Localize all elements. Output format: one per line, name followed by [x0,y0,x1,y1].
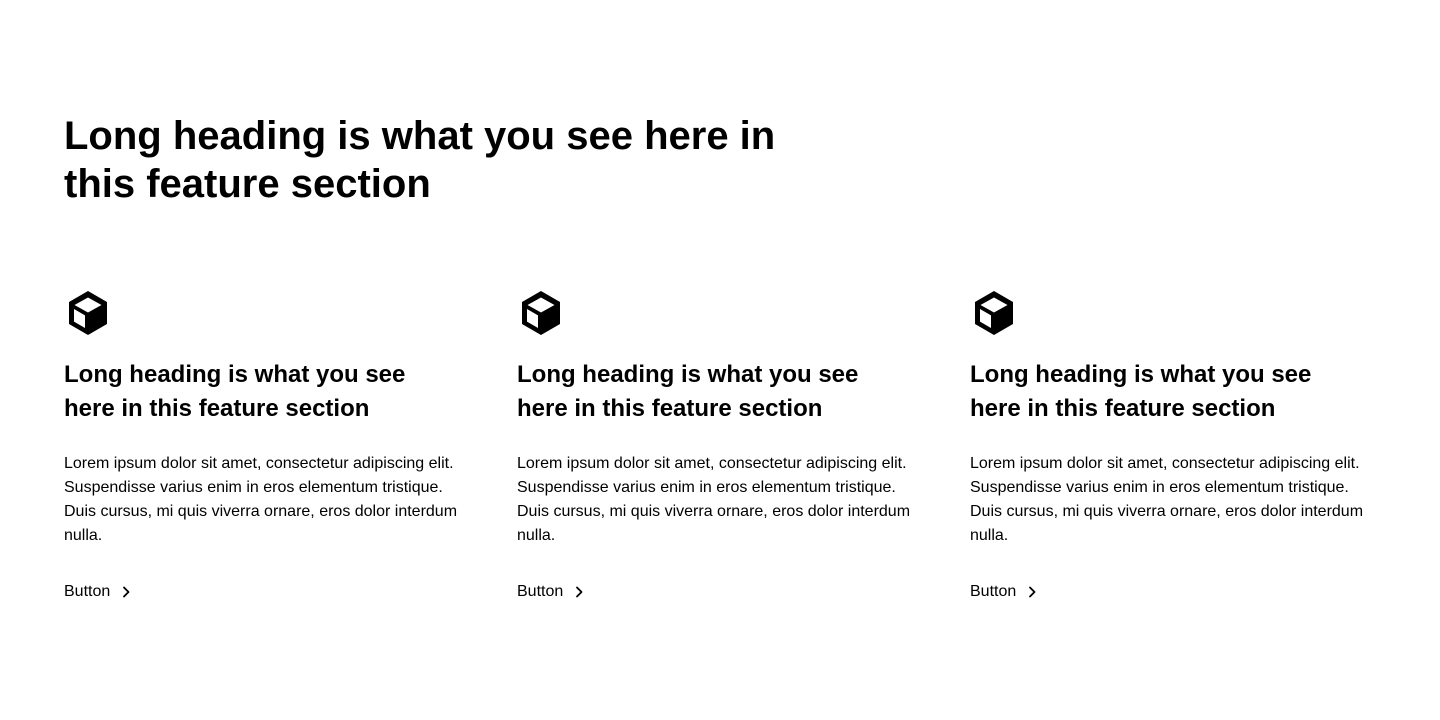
feature-section: Long heading is what you see here in thi… [64,112,1376,604]
feature-card: Long heading is what you see here in thi… [517,288,914,604]
feature-button[interactable]: Button [64,580,134,604]
feature-heading: Long heading is what you see here in thi… [64,361,406,422]
feature-card: Long heading is what you see here in thi… [970,288,1367,604]
feature-description: Lorem ipsum dolor sit amet, consectetur … [517,455,911,544]
button-label: Button [64,583,111,600]
feature-button[interactable]: Button [517,580,587,604]
feature-heading: Long heading is what you see here in thi… [517,361,859,422]
feature-list: Long heading is what you see here in thi… [64,288,1376,604]
feature-card: Long heading is what you see here in thi… [64,288,461,604]
feature-heading: Long heading is what you see here in thi… [970,361,1312,422]
button-label: Button [517,583,564,600]
feature-description: Lorem ipsum dolor sit amet, consectetur … [64,455,458,544]
chevron-right-icon [1029,586,1036,598]
page-title: Long heading is what you see here in thi… [64,114,776,206]
feature-description: Lorem ipsum dolor sit amet, consectetur … [970,455,1364,544]
cube-icon [522,291,560,335]
chevron-right-icon [576,586,583,598]
cube-icon [69,291,107,335]
button-label: Button [970,583,1017,600]
feature-button[interactable]: Button [970,580,1040,604]
chevron-right-icon [123,586,130,598]
cube-icon [975,291,1013,335]
